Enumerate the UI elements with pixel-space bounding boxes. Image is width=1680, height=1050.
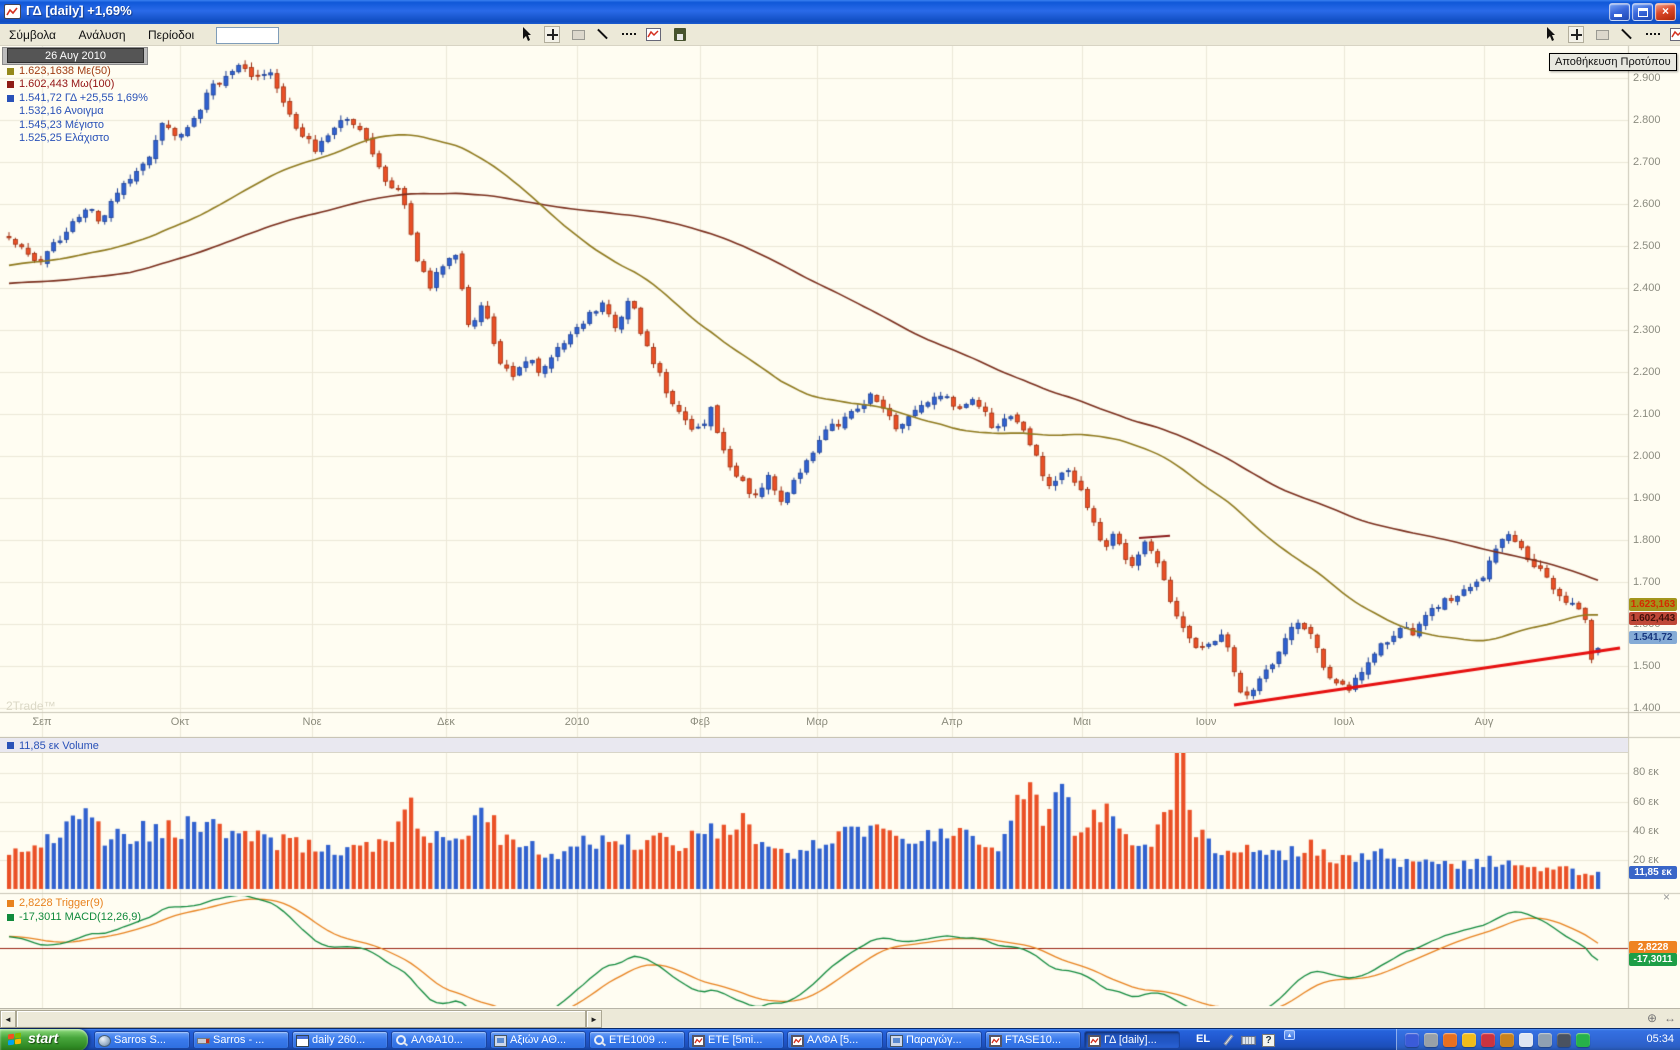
language-bar-options-icon[interactable]: ▴ bbox=[1284, 1030, 1295, 1040]
scheduler-icon[interactable] bbox=[1500, 1033, 1514, 1047]
symbol-input[interactable] bbox=[216, 27, 279, 44]
chart-canvas[interactable] bbox=[0, 46, 1680, 1008]
crosshair-tool-icon[interactable] bbox=[544, 26, 560, 43]
desktop: ΓΔ [daily] +1,69% × Σύμβολα Ανάλυση Περί… bbox=[0, 0, 1680, 1050]
chart-icon bbox=[791, 1035, 804, 1047]
trendline-tool-icon[interactable] bbox=[1619, 26, 1635, 43]
taskbar-button-label: ΕΤΕ1009 ... bbox=[609, 1034, 667, 1046]
volume-legend-square bbox=[7, 742, 14, 749]
taskbar-button-label: Sarros S... bbox=[114, 1034, 166, 1046]
taskbar-button-10[interactable]: ΓΔ [daily]... bbox=[1084, 1031, 1180, 1049]
monitor-icon bbox=[890, 1035, 903, 1047]
taskbar-button-label: Sarros - ... bbox=[213, 1034, 264, 1046]
network-error-icon[interactable] bbox=[1424, 1033, 1438, 1047]
taskbar-button-label: FTASE10... bbox=[1005, 1034, 1061, 1046]
system-tray: 05:34 bbox=[1396, 1029, 1680, 1050]
pointer-tool-icon[interactable] bbox=[519, 26, 535, 43]
watermark: 2Trade™ bbox=[6, 699, 56, 713]
date-cursor-box: 26 Αυγ 2010 bbox=[7, 48, 144, 63]
rectangle-tool-icon[interactable] bbox=[1594, 26, 1610, 43]
chart-icon bbox=[692, 1035, 705, 1047]
chart-toolbar-right bbox=[1543, 26, 1680, 44]
minimize-button[interactable] bbox=[1609, 3, 1630, 21]
save-template-icon[interactable] bbox=[672, 26, 688, 43]
close-button[interactable]: × bbox=[1655, 3, 1676, 21]
java-update-icon[interactable] bbox=[1443, 1033, 1457, 1047]
taskbar-button-label: ΑΛΦΑ10... bbox=[411, 1034, 463, 1046]
restore-button[interactable] bbox=[1632, 3, 1653, 21]
rectangle-tool-icon[interactable] bbox=[570, 26, 586, 43]
window-chart-icon bbox=[4, 4, 21, 19]
scrollbar-thumb[interactable] bbox=[16, 1010, 586, 1028]
taskbar-button-label: daily 260... bbox=[312, 1034, 365, 1046]
audio-icon[interactable] bbox=[1557, 1033, 1571, 1047]
menu-analysis[interactable]: Ανάλυση bbox=[69, 24, 134, 46]
taskbar: start Sarros S... Sarros - ... daily 260..… bbox=[0, 1028, 1680, 1050]
tools-icon bbox=[197, 1038, 210, 1044]
taskbar-clock: 05:34 bbox=[1646, 1033, 1674, 1045]
taskbar-button-label: Παραγώγ... bbox=[906, 1034, 962, 1046]
magnifier-icon bbox=[395, 1035, 408, 1047]
globe-icon bbox=[98, 1035, 111, 1047]
menu-periods[interactable]: Περίοδοι bbox=[139, 24, 203, 46]
taskbar-button-label: ΑΛΦΑ [5... bbox=[807, 1034, 858, 1046]
keyboard-icon[interactable] bbox=[1240, 1032, 1257, 1048]
chart-window-tool-icon[interactable] bbox=[646, 26, 662, 43]
pointer-tool-icon[interactable] bbox=[1543, 26, 1559, 43]
horizontal-scrollbar: ◄ ► ⊕ ↔ bbox=[0, 1008, 1680, 1028]
security-shield-icon[interactable] bbox=[1462, 1033, 1476, 1047]
trendline-tool-icon[interactable] bbox=[595, 26, 611, 43]
taskbar-button-label: ΕΤΕ [5mi... bbox=[708, 1034, 762, 1046]
taskbar-button-5[interactable]: ΕΤΕ1009 ... bbox=[589, 1031, 685, 1049]
antivirus-icon[interactable] bbox=[1576, 1033, 1590, 1047]
taskbar-button-9[interactable]: FTASE10... bbox=[985, 1031, 1081, 1049]
language-help-icon[interactable]: ? bbox=[1260, 1032, 1277, 1048]
menu-bar: Σύμβολα Ανάλυση Περίοδοι Προβολή bbox=[0, 24, 1680, 46]
window-title: ΓΔ [daily] +1,69% bbox=[26, 3, 132, 18]
taskbar-button-0[interactable]: Sarros S... bbox=[94, 1031, 190, 1049]
chart-window-tool-icon[interactable] bbox=[1670, 26, 1680, 43]
start-label: start bbox=[28, 1030, 58, 1046]
chart-toolbar bbox=[519, 26, 693, 44]
start-button[interactable]: start bbox=[0, 1029, 88, 1050]
volume-legend: 11,85 εκ Volume bbox=[19, 740, 99, 752]
app-blue-icon[interactable] bbox=[1405, 1033, 1419, 1047]
magnifier-icon bbox=[593, 1035, 606, 1047]
taskbar-button-2[interactable]: daily 260... bbox=[292, 1031, 388, 1049]
taskbar-button-6[interactable]: ΕΤΕ [5mi... bbox=[688, 1031, 784, 1049]
card-icon[interactable] bbox=[1519, 1033, 1533, 1047]
zoom-in-icon[interactable]: ⊕ bbox=[1647, 1011, 1657, 1025]
taskbar-button-label: ΓΔ [daily]... bbox=[1104, 1034, 1157, 1046]
taskbar-button-label: Αξιών ΑΘ... bbox=[510, 1034, 566, 1046]
close-macd-panel-button[interactable]: × bbox=[1663, 891, 1670, 903]
linestyle-tool-icon[interactable] bbox=[1645, 26, 1661, 43]
scroll-left-arrow[interactable]: ◄ bbox=[0, 1010, 16, 1028]
monitor-icon bbox=[494, 1035, 507, 1047]
save-template-tooltip: Αποθήκευση Προτύπου bbox=[1549, 53, 1677, 71]
taskbar-button-7[interactable]: ΑΛΦΑ [5... bbox=[787, 1031, 883, 1049]
messenger-icon[interactable] bbox=[1481, 1033, 1495, 1047]
window-titlebar: ΓΔ [daily] +1,69% × bbox=[0, 0, 1680, 24]
taskbar-button-4[interactable]: Αξιών ΑΘ... bbox=[490, 1031, 586, 1049]
chart-icon bbox=[1088, 1035, 1101, 1047]
chart-icon bbox=[989, 1035, 1002, 1047]
taskbar-button-1[interactable]: Sarros - ... bbox=[193, 1031, 289, 1049]
taskbar-button-3[interactable]: ΑΛΦΑ10... bbox=[391, 1031, 487, 1049]
horizontal-resize-icon[interactable]: ↔ bbox=[1664, 1011, 1676, 1025]
taskbar-button-8[interactable]: Παραγώγ... bbox=[886, 1031, 982, 1049]
linestyle-tool-icon[interactable] bbox=[621, 26, 637, 43]
doc-icon bbox=[296, 1035, 309, 1047]
menu-symbols[interactable]: Σύμβολα bbox=[0, 24, 65, 46]
display-icon[interactable] bbox=[1538, 1033, 1552, 1047]
handwriting-icon[interactable] bbox=[1220, 1032, 1237, 1048]
crosshair-tool-icon[interactable] bbox=[1568, 26, 1584, 43]
language-indicator[interactable]: EL bbox=[1196, 1033, 1210, 1045]
volume-panel-header bbox=[0, 737, 1628, 753]
scroll-right-arrow[interactable]: ► bbox=[586, 1010, 602, 1028]
